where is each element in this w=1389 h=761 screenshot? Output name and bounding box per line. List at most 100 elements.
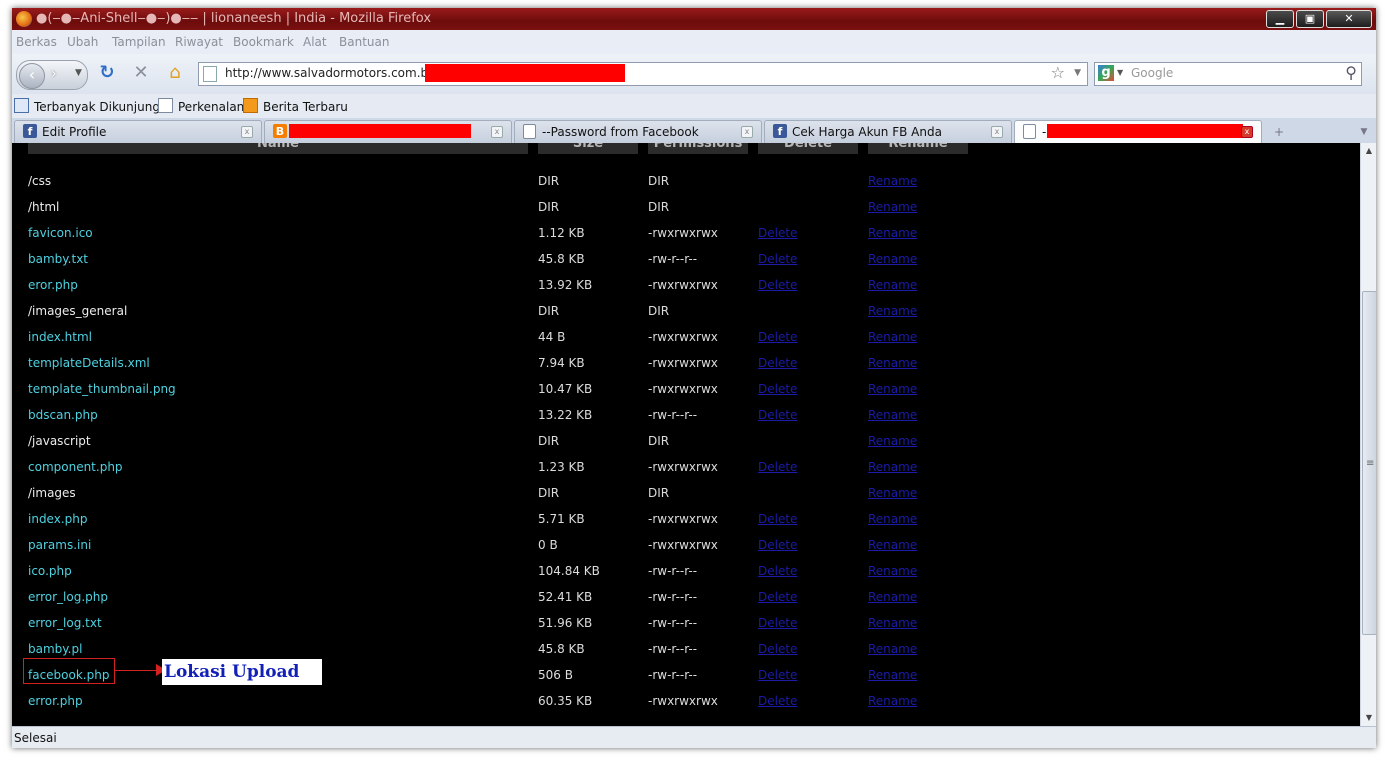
tab-active[interactable]: - x bbox=[1014, 120, 1262, 144]
delete-link[interactable]: Delete bbox=[758, 460, 797, 474]
file-name-link[interactable]: /javascript bbox=[28, 434, 91, 448]
menu-item-berkas[interactable]: Berkas bbox=[16, 35, 57, 49]
file-name-link[interactable]: eror.php bbox=[28, 278, 78, 292]
back-button[interactable]: ‹ bbox=[19, 63, 45, 89]
delete-link[interactable]: Delete bbox=[758, 356, 797, 370]
rename-link[interactable]: Rename bbox=[868, 382, 917, 396]
rename-link[interactable]: Rename bbox=[868, 356, 917, 370]
file-name-link[interactable]: /images bbox=[28, 486, 76, 500]
tab-cek-harga-akun[interactable]: f Cek Harga Akun FB Anda x bbox=[764, 120, 1012, 143]
file-name-link[interactable]: /images_general bbox=[28, 304, 127, 318]
search-icon[interactable]: ⚲ bbox=[1345, 63, 1357, 82]
scroll-up-icon[interactable]: ▲ bbox=[1361, 143, 1376, 159]
tab-close-icon[interactable]: x bbox=[991, 126, 1003, 138]
menu-item-alat[interactable]: Alat bbox=[303, 35, 327, 49]
minimize-button[interactable]: ▁ bbox=[1266, 10, 1294, 28]
rename-link[interactable]: Rename bbox=[868, 252, 917, 266]
file-name-link[interactable]: templateDetails.xml bbox=[28, 356, 150, 370]
bookmark-star-icon[interactable]: ☆ bbox=[1051, 63, 1065, 82]
rename-link[interactable]: Rename bbox=[868, 408, 917, 422]
maximize-button[interactable]: ▣ bbox=[1296, 10, 1324, 28]
rename-link[interactable]: Rename bbox=[868, 668, 917, 682]
stop-icon[interactable]: ✕ bbox=[130, 62, 152, 84]
url-text[interactable]: http://www.salvadormotors.com.br/ bbox=[225, 66, 437, 80]
file-name-link[interactable]: params.ini bbox=[28, 538, 91, 552]
rename-link[interactable]: Rename bbox=[868, 642, 917, 656]
file-name-link[interactable]: ico.php bbox=[28, 564, 72, 578]
close-button[interactable]: ✕ bbox=[1326, 10, 1372, 28]
rename-link[interactable]: Rename bbox=[868, 278, 917, 292]
google-engine-icon[interactable]: g bbox=[1098, 65, 1114, 81]
file-name-link[interactable]: index.html bbox=[28, 330, 92, 344]
rename-link[interactable]: Rename bbox=[868, 200, 917, 214]
reload-icon[interactable]: ↻ bbox=[96, 62, 118, 84]
file-name-link[interactable]: error.php bbox=[28, 694, 83, 708]
delete-link[interactable]: Delete bbox=[758, 382, 797, 396]
delete-link[interactable]: Delete bbox=[758, 590, 797, 604]
delete-link[interactable]: Delete bbox=[758, 330, 797, 344]
title-bar[interactable]: ●(‒●‒Ani-Shell‒●‒)●‒‒ | lionaneesh | Ind… bbox=[12, 8, 1376, 30]
rename-link[interactable]: Rename bbox=[868, 538, 917, 552]
tab-password-from-facebook[interactable]: --Password from Facebook x bbox=[514, 120, 762, 143]
search-bar[interactable]: g ▼ Google ⚲ bbox=[1094, 62, 1362, 86]
tab-close-icon[interactable]: x bbox=[1241, 126, 1253, 138]
delete-link[interactable]: Delete bbox=[758, 564, 797, 578]
file-name-link[interactable]: error_log.php bbox=[28, 590, 108, 604]
tab-close-icon[interactable]: x bbox=[741, 126, 753, 138]
home-icon[interactable]: ⌂ bbox=[164, 62, 186, 84]
menu-item-bantuan[interactable]: Bantuan bbox=[339, 35, 389, 49]
tab-list-dropdown-icon[interactable]: ▼ bbox=[1354, 122, 1374, 142]
url-dropdown-icon[interactable]: ▼ bbox=[1074, 68, 1081, 78]
tab-blogger[interactable]: B x bbox=[264, 120, 512, 143]
rename-link[interactable]: Rename bbox=[868, 174, 917, 188]
new-tab-button[interactable]: + bbox=[1266, 122, 1292, 142]
file-name-link[interactable]: error_log.txt bbox=[28, 616, 102, 630]
delete-link[interactable]: Delete bbox=[758, 668, 797, 682]
scroll-thumb[interactable]: ≡ bbox=[1362, 291, 1376, 635]
delete-link[interactable]: Delete bbox=[758, 538, 797, 552]
rename-link[interactable]: Rename bbox=[868, 460, 917, 474]
file-name-link[interactable]: bdscan.php bbox=[28, 408, 98, 422]
delete-link[interactable]: Delete bbox=[758, 408, 797, 422]
file-name-link[interactable]: component.php bbox=[28, 460, 123, 474]
delete-link[interactable]: Delete bbox=[758, 694, 797, 708]
bookmark-latest-headlines[interactable]: Berita Terbaru bbox=[243, 98, 348, 114]
file-name-link[interactable]: favicon.ico bbox=[28, 226, 93, 240]
delete-link[interactable]: Delete bbox=[758, 512, 797, 526]
delete-link[interactable]: Delete bbox=[758, 642, 797, 656]
tab-edit-profile[interactable]: f Edit Profile x bbox=[14, 120, 262, 143]
url-bar[interactable]: http://www.salvadormotors.com.br/ ☆ ▼ bbox=[198, 62, 1088, 86]
bookmark-most-visited[interactable]: Terbanyak Dikunjungi bbox=[14, 98, 163, 114]
rename-link[interactable]: Rename bbox=[868, 226, 917, 240]
file-name-link[interactable]: bamby.txt bbox=[28, 252, 88, 266]
rename-link[interactable]: Rename bbox=[868, 434, 917, 448]
search-input[interactable]: Google bbox=[1131, 66, 1173, 80]
rename-link[interactable]: Rename bbox=[868, 486, 917, 500]
tab-close-icon[interactable]: x bbox=[241, 126, 253, 138]
rename-link[interactable]: Rename bbox=[868, 564, 917, 578]
menu-item-ubah[interactable]: Ubah bbox=[67, 35, 98, 49]
menu-item-tampilan[interactable]: Tampilan bbox=[112, 35, 166, 49]
menu-item-bookmark[interactable]: Bookmark bbox=[233, 35, 294, 49]
rename-link[interactable]: Rename bbox=[868, 512, 917, 526]
delete-link[interactable]: Delete bbox=[758, 616, 797, 630]
delete-link[interactable]: Delete bbox=[758, 278, 797, 292]
delete-link[interactable]: Delete bbox=[758, 226, 797, 240]
rename-link[interactable]: Rename bbox=[868, 590, 917, 604]
menu-item-riwayat[interactable]: Riwayat bbox=[175, 35, 223, 49]
engine-dropdown-icon[interactable]: ▼ bbox=[1117, 68, 1123, 77]
tab-close-icon[interactable]: x bbox=[491, 126, 503, 138]
scroll-down-icon[interactable]: ▼ bbox=[1361, 710, 1376, 726]
bookmark-getting-started[interactable]: Perkenalan bbox=[158, 98, 244, 114]
rename-link[interactable]: Rename bbox=[868, 330, 917, 344]
file-name-link[interactable]: template_thumbnail.png bbox=[28, 382, 176, 396]
rename-link[interactable]: Rename bbox=[868, 304, 917, 318]
file-name-link[interactable]: bamby.pl bbox=[28, 642, 82, 656]
vertical-scrollbar[interactable]: ▲ ≡ ▼ bbox=[1360, 143, 1376, 726]
file-name-link[interactable]: index.php bbox=[28, 512, 87, 526]
file-name-link[interactable]: /css bbox=[28, 174, 51, 188]
history-dropdown-icon[interactable]: ▼ bbox=[75, 68, 82, 78]
forward-button[interactable]: › bbox=[51, 66, 57, 82]
delete-link[interactable]: Delete bbox=[758, 252, 797, 266]
rename-link[interactable]: Rename bbox=[868, 616, 917, 630]
